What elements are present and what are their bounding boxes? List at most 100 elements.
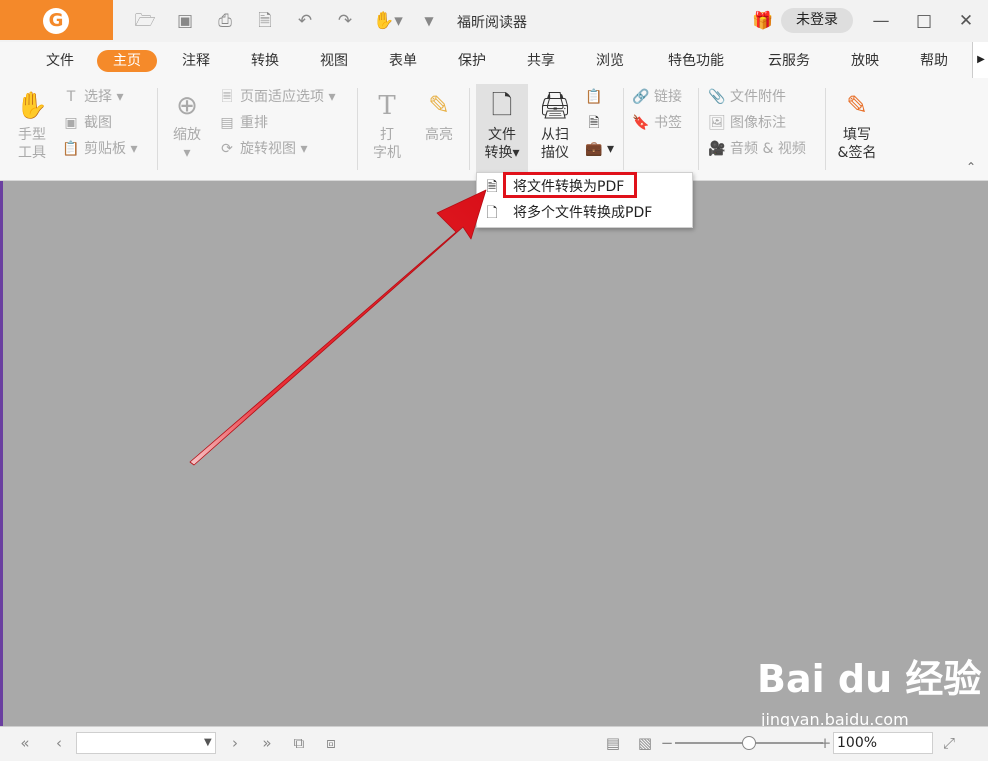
hand-tool-button[interactable]: ✋ 手型 工具 bbox=[10, 90, 54, 162]
zoom-button[interactable]: ⊕ 缩放 ▾ bbox=[166, 90, 208, 162]
tab-share[interactable]: 共享 bbox=[519, 50, 563, 72]
tab-convert[interactable]: 转换 bbox=[243, 50, 287, 72]
file-convert-icon: 🗋 bbox=[491, 91, 513, 121]
maximize-icon[interactable]: □ bbox=[911, 8, 937, 34]
file-attachment-label: 文件附件 bbox=[730, 89, 786, 105]
window-title: 福昕阅读器 bbox=[457, 15, 527, 31]
screenshot-icon: ▣ bbox=[64, 115, 78, 131]
page-number-input[interactable] bbox=[76, 732, 216, 754]
next-page-icon[interactable]: › bbox=[224, 733, 246, 753]
page-fit-button[interactable]: 🗏 页面适应选项 ▾ bbox=[218, 87, 335, 107]
image-icon: 🖼 bbox=[708, 115, 726, 131]
typewriter-label-1: 打 bbox=[380, 127, 394, 143]
minimize-icon[interactable]: — bbox=[868, 8, 894, 34]
next-view-icon[interactable]: ⧈ bbox=[320, 733, 342, 753]
highlight-button[interactable]: ✎ 高亮 bbox=[418, 90, 460, 144]
hand-icon[interactable]: ✋▾ bbox=[372, 10, 404, 32]
scanner-icon: 🖨 bbox=[538, 91, 572, 121]
audio-video-button[interactable]: 🎥 音频 & 视频 bbox=[708, 139, 806, 159]
create-menu-button[interactable]: 💼 ▾ bbox=[585, 139, 614, 159]
folder-open-icon[interactable]: 🗁 bbox=[134, 10, 156, 32]
link-icon: 🔗 bbox=[632, 89, 650, 105]
tab-view[interactable]: 视图 bbox=[312, 50, 356, 72]
ribbon-separator bbox=[623, 88, 624, 170]
blank-page-button[interactable]: 🗎 bbox=[585, 113, 607, 133]
tab-help[interactable]: 帮助 bbox=[912, 50, 956, 72]
typewriter-button[interactable]: T 打 字机 bbox=[366, 90, 408, 162]
hand-tool-label-2: 工具 bbox=[18, 145, 46, 161]
last-page-icon[interactable]: » bbox=[256, 733, 278, 753]
gift-icon[interactable]: 🎁 bbox=[752, 10, 774, 32]
select-button[interactable]: T 选择 ▾ bbox=[62, 87, 124, 107]
tab-slideshow[interactable]: 放映 bbox=[843, 50, 887, 72]
bookmark-button[interactable]: 🔖 书签 bbox=[632, 113, 682, 133]
new-file-icon[interactable]: 🗎 bbox=[254, 10, 276, 32]
first-page-icon[interactable]: « bbox=[14, 733, 36, 753]
ribbon-separator bbox=[825, 88, 826, 170]
rotate-view-button[interactable]: ⟳ 旋转视图 ▾ bbox=[218, 139, 307, 159]
fullscreen-icon[interactable]: ⤢ bbox=[938, 733, 960, 753]
from-scanner-label-2: 描仪 bbox=[541, 145, 569, 161]
undo-icon[interactable]: ↶ bbox=[294, 10, 316, 32]
zoom-out-icon[interactable]: − bbox=[660, 733, 674, 753]
bookmark-label: 书签 bbox=[654, 115, 682, 131]
tab-browse[interactable]: 浏览 bbox=[588, 50, 632, 72]
menu-item-batch-convert-to-pdf[interactable]: 🗋 将多个文件转换成PDF bbox=[477, 200, 692, 226]
ribbon-separator bbox=[157, 88, 158, 170]
zoom-slider-thumb[interactable] bbox=[742, 736, 756, 750]
file-convert-button[interactable]: 🗋 文件 转换▾ bbox=[476, 90, 528, 162]
file-convert-label-2: 转换 bbox=[484, 145, 513, 161]
save-icon[interactable]: ▣ bbox=[174, 10, 196, 32]
menu-scroll-right-icon[interactable]: ▶ bbox=[972, 42, 988, 78]
image-annotation-label: 图像标注 bbox=[730, 115, 786, 131]
screenshot-button[interactable]: ▣ 截图 bbox=[62, 113, 112, 133]
zoom-label: 缩放 bbox=[173, 127, 201, 143]
fill-sign-label-1: 填写 bbox=[843, 127, 871, 143]
file-attachment-button[interactable]: 📎 文件附件 bbox=[708, 87, 786, 107]
tab-features[interactable]: 特色功能 bbox=[660, 50, 732, 72]
link-button[interactable]: 🔗 链接 bbox=[632, 87, 682, 107]
customize-icon[interactable]: ▼ bbox=[418, 10, 440, 32]
clipboard-label: 剪贴板 bbox=[84, 141, 126, 157]
rotate-view-label: 旋转视图 bbox=[240, 141, 296, 157]
tab-home[interactable]: 主页 bbox=[97, 50, 157, 72]
rotate-icon: ⟳ bbox=[221, 141, 233, 157]
fill-sign-button[interactable]: ✎ 填写 &签名 bbox=[832, 90, 882, 162]
single-page-view-icon[interactable]: ▤ bbox=[602, 733, 624, 753]
tab-protect[interactable]: 保护 bbox=[450, 50, 494, 72]
close-icon[interactable]: ✕ bbox=[953, 8, 979, 34]
from-scanner-button[interactable]: 🖨 从扫 描仪 bbox=[532, 90, 578, 162]
tab-file[interactable]: 文件 bbox=[38, 50, 82, 72]
two-page-view-icon[interactable]: ▧ bbox=[634, 733, 656, 753]
reflow-button[interactable]: ▤ 重排 bbox=[218, 113, 268, 133]
zoom-level-input[interactable]: 100% bbox=[833, 732, 933, 754]
zoom-in-icon[interactable]: + bbox=[818, 733, 832, 753]
tab-cloud[interactable]: 云服务 bbox=[760, 50, 818, 72]
clipboard-pdf-button[interactable]: 📋 bbox=[585, 87, 607, 107]
highlighter-icon: ✎ bbox=[428, 91, 450, 121]
tab-comment[interactable]: 注释 bbox=[174, 50, 218, 72]
watermark-text: Bai du 经验 bbox=[757, 657, 982, 701]
typewriter-icon: T bbox=[378, 91, 396, 121]
tab-form[interactable]: 表单 bbox=[381, 50, 425, 72]
file-convert-label-1: 文件 bbox=[488, 127, 516, 143]
previous-view-icon[interactable]: ⧉ bbox=[288, 733, 310, 753]
clipboard-pdf-icon: 📋 bbox=[585, 89, 603, 105]
login-button[interactable]: 未登录 bbox=[781, 8, 853, 33]
hand-icon: ✋ bbox=[15, 91, 49, 121]
previous-page-icon[interactable]: ‹ bbox=[48, 733, 70, 753]
print-icon[interactable]: ⎙ bbox=[214, 10, 236, 32]
collapse-ribbon-icon[interactable]: ⌃ bbox=[966, 160, 976, 174]
redo-icon[interactable]: ↷ bbox=[334, 10, 356, 32]
page-dropdown-icon[interactable]: ▼ bbox=[204, 733, 212, 753]
annotation-highlight-box bbox=[503, 172, 637, 198]
link-label: 链接 bbox=[654, 89, 682, 105]
document-icon: 🗎 bbox=[486, 179, 498, 195]
clipboard-button[interactable]: 📋 剪贴板 ▾ bbox=[62, 139, 137, 159]
screenshot-label: 截图 bbox=[84, 115, 112, 131]
briefcase-icon: 💼 bbox=[585, 141, 603, 157]
ribbon-separator bbox=[469, 88, 470, 170]
ribbon-separator bbox=[357, 88, 358, 170]
bookmark-icon: 🔖 bbox=[632, 115, 650, 131]
image-annotation-button[interactable]: 🖼 图像标注 bbox=[708, 113, 786, 133]
